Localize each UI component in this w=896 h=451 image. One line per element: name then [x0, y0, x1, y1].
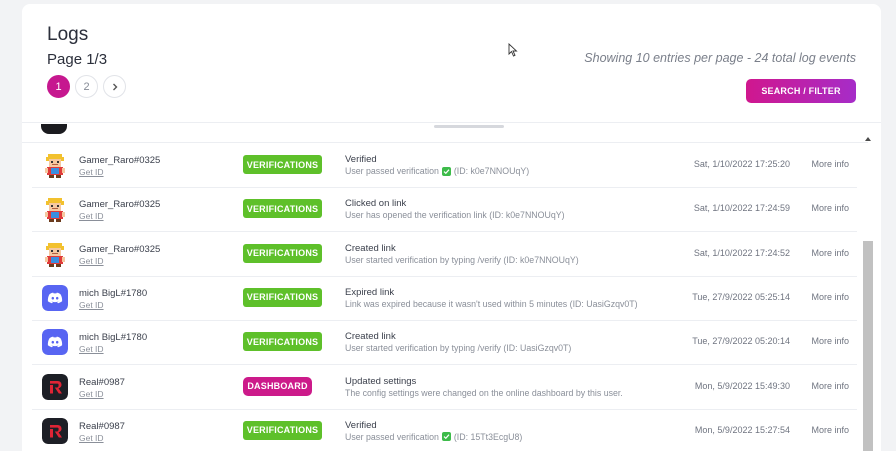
pixel-character-avatar — [42, 240, 68, 267]
timestamp: Mon, 5/9/2022 15:27:54 — [694, 424, 790, 435]
avatar — [41, 124, 67, 134]
avatar — [42, 417, 68, 444]
more-info-link[interactable]: More info — [811, 248, 849, 258]
logs-card: Logs Page 1/3 1 2 Showing 10 entries per… — [22, 4, 881, 451]
avatar — [42, 240, 68, 267]
event-id-text: (ID: 15Tt3EcgU8) — [453, 431, 523, 442]
avatar — [42, 152, 68, 178]
discord-logo-icon — [42, 329, 68, 356]
entries-summary: Showing 10 entries per page - 24 total l… — [584, 51, 856, 65]
category-badge: VERIFICATIONS — [243, 243, 322, 263]
table-row: mich BigL#1780 Get ID VERIFICATIONS Expired… — [32, 276, 857, 321]
event-description: User started verification by typing /ver… — [345, 343, 571, 353]
partial-log-row — [22, 123, 868, 143]
timestamp: Sat, 1/10/2022 17:24:52 — [693, 247, 790, 258]
get-id-link[interactable]: Get ID — [79, 256, 104, 266]
avatar — [42, 196, 68, 223]
page-indicator: Page 1/3 — [47, 51, 108, 68]
event-description-text: User started verification by typing /ver… — [345, 254, 579, 265]
scrollbar-thumb[interactable] — [863, 241, 873, 451]
get-id-link[interactable]: Get ID — [79, 433, 104, 443]
username: Real#0987 — [79, 420, 125, 432]
category-badge: VERIFICATIONS — [243, 420, 322, 440]
username: mich BigL#1780 — [79, 287, 148, 299]
more-info-link[interactable]: More info — [811, 292, 849, 302]
table-row: Gamer_Raro#0325 Get ID VERIFICATIONS Clicke… — [32, 187, 857, 233]
username: Gamer_Raro#0325 — [79, 155, 161, 166]
discord-logo-icon — [42, 284, 68, 311]
category-badge: VERIFICATIONS — [243, 155, 322, 174]
event-description-text: User passed verification — [345, 166, 439, 176]
table-row: Gamer_Raro#0325 Get ID VERIFICATIONS Create… — [32, 232, 857, 277]
event-title: Created link — [345, 242, 396, 254]
scroll-up-arrow-icon[interactable] — [865, 137, 871, 141]
page-button-1[interactable]: 1 — [47, 75, 70, 98]
username: Real#0987 — [79, 376, 125, 388]
table-row: mich BigL#1780 Get ID VERIFICATIONS Created… — [32, 320, 857, 366]
more-info-link[interactable]: More info — [811, 159, 849, 169]
timestamp: Sat, 1/10/2022 17:24:59 — [693, 203, 790, 214]
event-description: Link was expired because it wasn't used … — [345, 299, 638, 309]
event-title: Verified — [345, 419, 377, 431]
event-description-text: User passed verification — [345, 431, 439, 442]
event-id-text: (ID: k0e7NNOUqY) — [453, 166, 530, 176]
timestamp: Tue, 27/9/2022 05:20:14 — [692, 336, 790, 347]
category-badge: DASHBOARD — [243, 376, 312, 396]
page-button-2[interactable]: 2 — [75, 75, 98, 98]
page-title: Logs — [47, 24, 89, 45]
table-row: Gamer_Raro#0325 Get ID VERIFICATIONS Verifi… — [32, 143, 857, 188]
avatar — [42, 329, 68, 356]
pixel-character-avatar — [42, 152, 68, 178]
username: Gamer_Raro#0325 — [79, 199, 161, 211]
event-title: Verified — [345, 154, 377, 165]
more-info-link[interactable]: More info — [811, 336, 849, 346]
red-r-logo-icon — [42, 373, 68, 400]
get-id-link[interactable]: Get ID — [79, 167, 104, 177]
event-description: User passed verification (ID: k0e7NNOUqY) — [345, 166, 529, 176]
more-info-link[interactable]: More info — [811, 381, 849, 391]
category-badge: VERIFICATIONS — [243, 199, 322, 219]
get-id-link[interactable]: Get ID — [79, 389, 104, 399]
search-filter-button[interactable]: SEARCH / FILTER — [746, 79, 856, 103]
event-title: Updated settings — [345, 375, 417, 387]
get-id-link[interactable]: Get ID — [79, 211, 104, 221]
avatar — [42, 284, 68, 311]
event-description: User started verification by typing /ver… — [345, 255, 579, 265]
more-info-link[interactable]: More info — [811, 425, 849, 435]
event-description: The config settings were changed on the … — [345, 388, 623, 398]
event-description: User has opened the verification link (I… — [345, 210, 565, 220]
event-description-text: User started verification by typing /ver… — [345, 343, 572, 354]
pagination: 1 2 — [47, 75, 126, 98]
mouse-cursor-icon — [508, 43, 518, 57]
more-info-link[interactable]: More info — [811, 203, 849, 213]
timestamp: Mon, 5/9/2022 15:49:30 — [694, 380, 790, 391]
event-description-text: Link was expired because it wasn't used … — [345, 298, 638, 309]
event-description-text: User has opened the verification link (I… — [345, 210, 565, 221]
red-r-logo-icon — [42, 417, 68, 444]
pixel-character-avatar — [42, 196, 68, 223]
category-badge: VERIFICATIONS — [243, 287, 322, 307]
event-description-text: The config settings were changed on the … — [345, 387, 623, 398]
scrollbar[interactable] — [863, 123, 873, 451]
event-title: Clicked on link — [345, 198, 407, 210]
partial-text-fragment — [434, 125, 504, 128]
event-title: Expired link — [345, 286, 395, 298]
check-icon — [441, 166, 451, 176]
username: Gamer_Raro#0325 — [79, 243, 161, 255]
table-row: Real#0987 Get ID VERIFICATIONS Verified User… — [32, 409, 857, 451]
avatar — [42, 373, 68, 400]
get-id-link[interactable]: Get ID — [79, 344, 104, 354]
event-description: User passed verification (ID: 15Tt3EcgU8) — [345, 432, 522, 442]
table-row: Real#0987 Get ID DASHBOARD Updated settings… — [32, 365, 857, 410]
log-list[interactable]: Gamer_Raro#0325 Get ID VERIFICATIONS Verifi… — [22, 123, 881, 451]
next-page-button[interactable] — [103, 75, 126, 98]
event-title: Created link — [345, 331, 396, 343]
timestamp: Tue, 27/9/2022 05:25:14 — [692, 291, 790, 302]
chevron-right-icon — [112, 83, 117, 90]
username: mich BigL#1780 — [79, 332, 148, 344]
timestamp: Sat, 1/10/2022 17:25:20 — [693, 159, 790, 169]
category-badge: VERIFICATIONS — [243, 332, 322, 352]
check-icon — [441, 432, 451, 442]
get-id-link[interactable]: Get ID — [79, 300, 104, 310]
